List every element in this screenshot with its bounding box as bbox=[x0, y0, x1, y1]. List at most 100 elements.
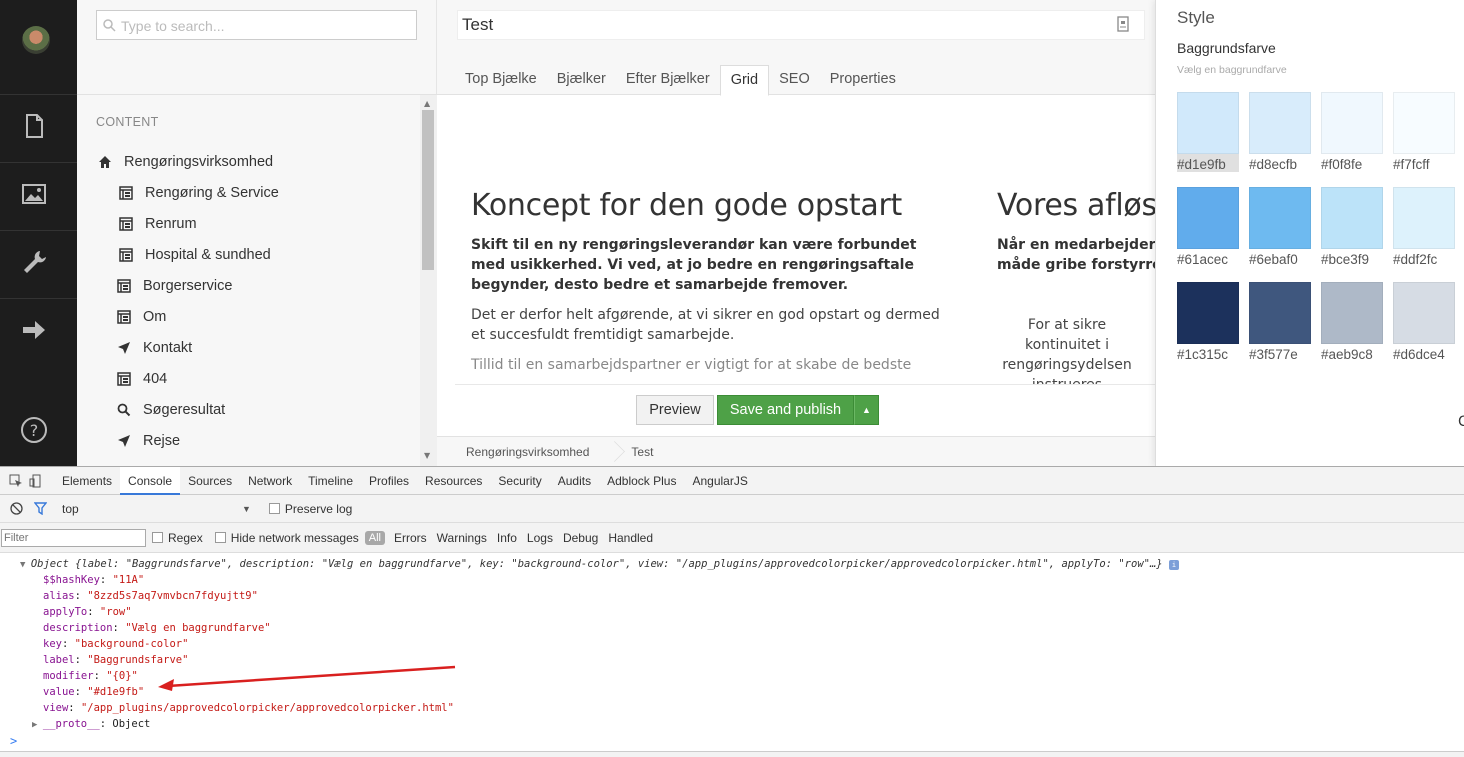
devtools-tab-adblock-plus[interactable]: Adblock Plus bbox=[599, 467, 684, 495]
context-selector[interactable]: top bbox=[62, 502, 242, 516]
section-label: CONTENT bbox=[96, 115, 159, 129]
expand-triangle-icon[interactable]: ▼ bbox=[20, 560, 31, 570]
avatar[interactable] bbox=[22, 26, 50, 54]
object-summary-row[interactable]: ▼ Object {label: "Baggrundsfarve", descr… bbox=[20, 558, 1179, 570]
tree-item[interactable]: Renrum bbox=[119, 214, 197, 234]
tree-item[interactable]: Rejse bbox=[117, 431, 180, 451]
console-property-row[interactable]: view: "/app_plugins/approvedcolorpicker/… bbox=[43, 702, 454, 714]
tab-efter-bj-lker[interactable]: Efter Bjælker bbox=[616, 65, 720, 95]
tree-item[interactable]: Søgeresultat bbox=[117, 400, 225, 420]
grid-column-1[interactable]: Koncept for den gode opstart Skift til e… bbox=[471, 188, 941, 375]
log-level-warnings[interactable]: Warnings bbox=[432, 531, 492, 545]
lock-icon[interactable] bbox=[1117, 16, 1129, 32]
breadcrumb-item-current[interactable]: Test bbox=[617, 445, 671, 459]
tab-seo[interactable]: SEO bbox=[769, 65, 820, 95]
color-swatch[interactable]: #aeb9c8 bbox=[1321, 282, 1383, 362]
tree-item[interactable]: Kontakt bbox=[117, 338, 192, 358]
console-prompt[interactable]: > bbox=[10, 734, 17, 748]
hide-network-checkbox[interactable] bbox=[214, 532, 226, 543]
scroll-down-arrow[interactable]: ▼ bbox=[424, 451, 430, 460]
chevron-down-icon[interactable]: ▼ bbox=[242, 504, 251, 514]
color-swatch[interactable]: #d8ecfb bbox=[1249, 92, 1311, 172]
devtools-tab-elements[interactable]: Elements bbox=[54, 467, 120, 495]
settings-icon[interactable] bbox=[19, 247, 49, 277]
content-icon[interactable] bbox=[19, 111, 49, 141]
column-2-lead-line1: Når en medarbejder er bbox=[997, 237, 1155, 253]
log-level-debug[interactable]: Debug bbox=[558, 531, 603, 545]
color-swatch-chip bbox=[1177, 92, 1239, 154]
color-swatch-hex: #d8ecfb bbox=[1249, 157, 1298, 172]
breadcrumb-item-root[interactable]: Rengøringsvirksomhed bbox=[437, 445, 607, 459]
tree-item[interactable]: Om bbox=[117, 307, 166, 327]
devtools-tab-angularjs[interactable]: AngularJS bbox=[684, 467, 755, 495]
devtools-tab-resources[interactable]: Resources bbox=[417, 467, 490, 495]
console-filter-input[interactable] bbox=[1, 528, 146, 547]
console-property-row[interactable]: key: "background-color" bbox=[43, 638, 188, 650]
proto-row[interactable]: ▶ __proto__: Object bbox=[32, 718, 150, 730]
home-icon bbox=[99, 156, 111, 168]
console-property-row[interactable]: alias: "8zzd5s7aq7vmvbcn7fdyujtt9" bbox=[43, 590, 258, 602]
info-badge-icon[interactable]: i bbox=[1168, 560, 1179, 570]
console-property-row[interactable]: applyTo: "row" bbox=[43, 606, 132, 618]
tree-root[interactable]: Rengøringsvirksomhed bbox=[98, 152, 273, 172]
search-input[interactable] bbox=[121, 15, 411, 37]
column-1-paragraph: Det er derfor helt afgørende, at vi sikr… bbox=[471, 307, 940, 343]
color-swatch[interactable]: #61acec bbox=[1177, 187, 1239, 267]
color-swatch[interactable]: #ddf2fc bbox=[1393, 187, 1455, 267]
level-all-button[interactable]: All bbox=[364, 530, 385, 545]
preserve-log-checkbox[interactable] bbox=[268, 503, 280, 514]
tree-item[interactable]: Rengøring & Service bbox=[119, 183, 279, 203]
tree-item[interactable]: 404 bbox=[117, 369, 167, 389]
inspect-icon[interactable] bbox=[6, 471, 26, 491]
color-swatch[interactable]: #d6dce4 bbox=[1393, 282, 1455, 362]
clear-console-icon[interactable] bbox=[6, 499, 26, 519]
devtools-tab-audits[interactable]: Audits bbox=[550, 467, 599, 495]
console-property-row[interactable]: $$hashKey: "11A" bbox=[43, 574, 144, 586]
collapsed-triangle-icon[interactable]: ▶ bbox=[32, 720, 43, 730]
tab-grid[interactable]: Grid bbox=[719, 65, 770, 96]
tree-scrollbar[interactable]: ▲ ▼ bbox=[420, 95, 437, 466]
save-and-publish-button[interactable]: Save and publish bbox=[717, 395, 854, 425]
devtools-tab-network[interactable]: Network bbox=[240, 467, 300, 495]
log-level-info[interactable]: Info bbox=[492, 531, 522, 545]
color-swatch[interactable]: #1c315c bbox=[1177, 282, 1239, 362]
log-level-errors[interactable]: Errors bbox=[389, 531, 432, 545]
color-swatch[interactable]: #f0f8fe bbox=[1321, 92, 1383, 172]
console-property-row[interactable]: modifier: "{0}" bbox=[43, 670, 138, 682]
publish-options-caret-icon[interactable]: ▲ bbox=[854, 395, 879, 425]
log-level-handled[interactable]: Handled bbox=[603, 531, 658, 545]
log-levels: Errors Warnings Info Logs Debug Handled bbox=[389, 531, 658, 545]
scroll-thumb[interactable] bbox=[422, 110, 434, 270]
devtools-tab-console[interactable]: Console bbox=[120, 466, 181, 495]
grid-column-2[interactable]: Vores afløs Når en medarbejder er måde g… bbox=[997, 188, 1155, 384]
console-property-row[interactable]: description: "Vælg en baggrundfarve" bbox=[43, 622, 271, 634]
color-swatch[interactable]: #6ebaf0 bbox=[1249, 187, 1311, 267]
color-swatch[interactable]: #d1e9fb bbox=[1177, 92, 1239, 172]
filter-icon[interactable] bbox=[30, 499, 50, 519]
help-icon[interactable]: ? bbox=[19, 415, 49, 445]
tree-item-label: Borgerservice bbox=[143, 278, 233, 294]
color-swatch-hex: #d6dce4 bbox=[1393, 347, 1445, 362]
tab-bj-lker[interactable]: Bjælker bbox=[547, 65, 616, 95]
tab-properties[interactable]: Properties bbox=[820, 65, 906, 95]
devtools-tab-security[interactable]: Security bbox=[490, 467, 549, 495]
device-mode-icon[interactable] bbox=[26, 471, 46, 491]
tree-item[interactable]: Hospital & sundhed bbox=[119, 245, 271, 265]
log-level-logs[interactable]: Logs bbox=[522, 531, 558, 545]
deploy-icon[interactable] bbox=[19, 315, 49, 345]
node-name-input[interactable]: Test bbox=[457, 10, 1145, 40]
color-swatch[interactable]: #bce3f9 bbox=[1321, 187, 1383, 267]
color-swatch[interactable]: #3f577e bbox=[1249, 282, 1311, 362]
media-icon[interactable] bbox=[19, 179, 49, 209]
page-icon bbox=[117, 279, 131, 293]
devtools-tab-timeline[interactable]: Timeline bbox=[300, 467, 361, 495]
preview-button[interactable]: Preview bbox=[636, 395, 714, 425]
tab-top-bj-lke[interactable]: Top Bjælke bbox=[455, 65, 547, 95]
scroll-up-arrow[interactable]: ▲ bbox=[424, 99, 430, 108]
tree-item[interactable]: Borgerservice bbox=[117, 276, 232, 296]
console-property-row[interactable]: value: "#d1e9fb" bbox=[43, 686, 144, 698]
regex-checkbox[interactable] bbox=[152, 532, 163, 543]
color-swatch[interactable]: #f7fcff bbox=[1393, 92, 1455, 172]
devtools-tab-profiles[interactable]: Profiles bbox=[361, 467, 417, 495]
devtools-tab-sources[interactable]: Sources bbox=[180, 467, 240, 495]
